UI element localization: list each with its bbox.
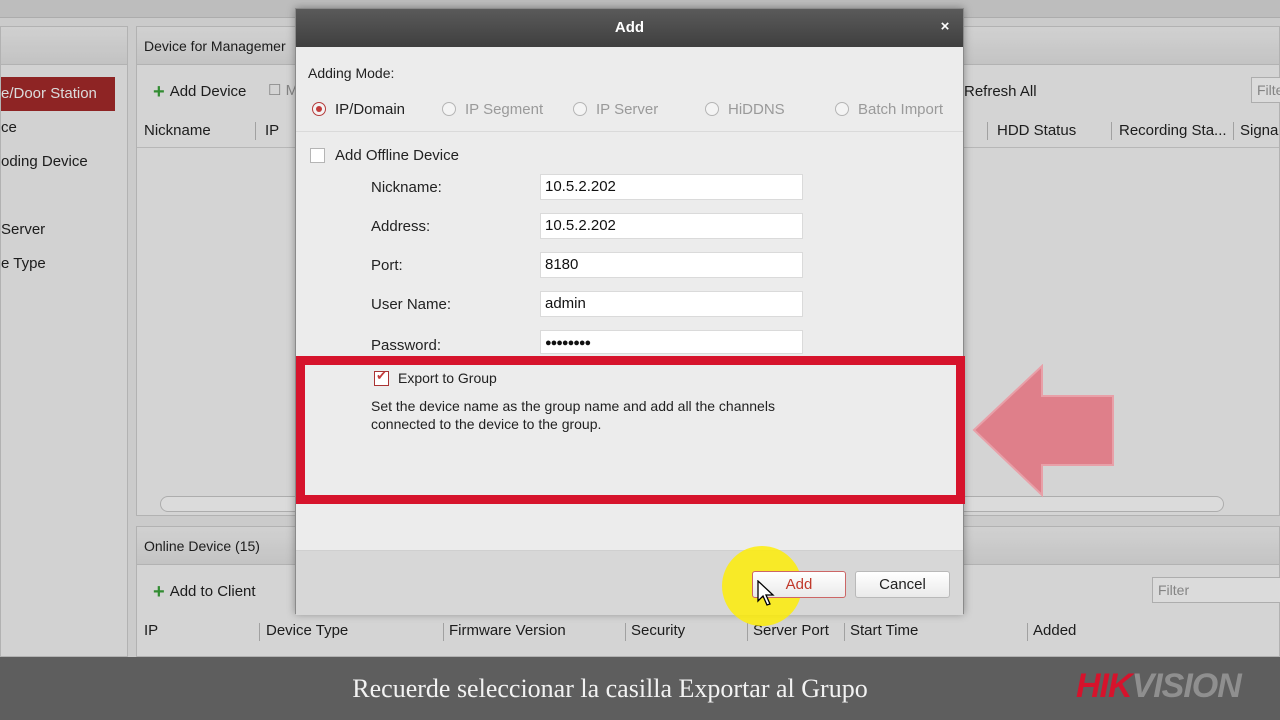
mode-batch-import-label: Batch Import xyxy=(858,101,944,118)
edit-icon: ☐ xyxy=(268,82,282,99)
address-input[interactable]: 10.5.2.202 xyxy=(540,213,803,239)
column-separator xyxy=(443,623,444,641)
add-device-label: Add Device xyxy=(169,83,247,100)
device-type-item-device[interactable]: ce xyxy=(1,119,17,136)
column-separator xyxy=(1111,122,1112,140)
add-to-client-label: Add to Client xyxy=(169,583,256,600)
password-label: Password: xyxy=(371,337,442,354)
mode-ip-segment-radio[interactable] xyxy=(442,102,456,116)
online-column-device-type[interactable]: Device Type xyxy=(266,622,348,639)
plus-icon: + xyxy=(153,581,165,603)
column-hdd-status[interactable]: HDD Status xyxy=(997,122,1076,139)
username-label: User Name: xyxy=(371,296,452,313)
mode-ip-domain-radio[interactable] xyxy=(312,102,326,116)
column-ip[interactable]: IP xyxy=(265,122,279,139)
logo-hik: HIK xyxy=(1076,667,1133,705)
add-device-button[interactable]: + Add Device xyxy=(153,81,246,104)
online-column-ip[interactable]: IP xyxy=(144,622,158,639)
refresh-all-button[interactable]: Refresh All xyxy=(964,83,1037,100)
column-signal[interactable]: Signa xyxy=(1240,122,1278,139)
nickname-label: Nickname: xyxy=(371,179,442,196)
online-column-security[interactable]: Security xyxy=(631,622,685,639)
device-type-item-encoding-device[interactable]: oding Device xyxy=(1,153,88,170)
device-filter-input[interactable]: Filte xyxy=(1251,77,1280,103)
device-type-item-server[interactable]: Server xyxy=(1,221,45,238)
username-input[interactable]: admin xyxy=(540,291,803,317)
device-type-item-door-station[interactable]: e/Door Station xyxy=(1,77,115,111)
online-column-firmware[interactable]: Firmware Version xyxy=(449,622,566,639)
caption-bar: Recuerde seleccionar la casilla Exportar… xyxy=(0,657,1280,720)
dialog-titlebar: Add × xyxy=(296,9,963,47)
port-input[interactable]: 8180 xyxy=(540,252,803,278)
cancel-button[interactable]: Cancel xyxy=(855,571,950,598)
column-separator xyxy=(259,623,260,641)
device-type-panel-header xyxy=(1,27,127,65)
nickname-input[interactable]: 10.5.2.202 xyxy=(540,174,803,200)
mode-ip-domain-label: IP/Domain xyxy=(335,101,406,118)
plus-icon: + xyxy=(153,81,165,103)
online-column-added[interactable]: Added xyxy=(1033,622,1076,639)
mode-ip-server-radio[interactable] xyxy=(573,102,587,116)
logo-vision: VISION xyxy=(1131,667,1242,705)
online-column-start-time[interactable]: Start Time xyxy=(850,622,918,639)
port-label: Port: xyxy=(371,257,403,274)
modify-button[interactable]: ☐ M xyxy=(268,81,298,99)
column-separator xyxy=(1233,122,1234,140)
mode-hiddns-label: HiDDNS xyxy=(728,101,785,118)
dialog-title: Add xyxy=(614,19,645,36)
left-arrow-icon xyxy=(972,364,1114,498)
close-icon[interactable]: × xyxy=(935,17,955,37)
mode-ip-segment-label: IP Segment xyxy=(465,101,544,118)
password-input[interactable]: ●●●●●●●● xyxy=(540,330,803,354)
device-type-item-type[interactable]: e Type xyxy=(1,255,46,272)
column-separator xyxy=(844,623,845,641)
column-separator xyxy=(625,623,626,641)
adding-mode-label: Adding Mode: xyxy=(308,65,395,81)
column-recording-status[interactable]: Recording Sta... xyxy=(1119,122,1227,139)
add-offline-checkbox[interactable] xyxy=(310,148,325,163)
hikvision-logo: HIKVISION xyxy=(1076,667,1242,706)
caption-text: Recuerde seleccionar la casilla Exportar… xyxy=(352,674,868,703)
mode-hiddns-radio[interactable] xyxy=(705,102,719,116)
highlight-frame xyxy=(296,356,965,504)
column-nickname[interactable]: Nickname xyxy=(144,122,211,139)
column-separator xyxy=(987,122,988,140)
mode-ip-server-label: IP Server xyxy=(596,101,659,118)
mouse-cursor-icon xyxy=(757,580,775,606)
column-separator xyxy=(747,623,748,641)
add-to-client-button[interactable]: + Add to Client xyxy=(153,581,256,604)
add-offline-label: Add Offline Device xyxy=(335,147,459,164)
column-separator xyxy=(255,122,256,140)
online-filter-input[interactable]: Filter xyxy=(1152,577,1280,603)
address-label: Address: xyxy=(371,218,431,235)
mode-divider xyxy=(296,131,963,132)
column-separator xyxy=(1027,623,1028,641)
mode-batch-import-radio[interactable] xyxy=(835,102,849,116)
add-device-dialog: Add × Adding Mode: IP/Domain IP Segment … xyxy=(295,8,965,626)
device-type-panel: e/Door Station ce oding Device Server e … xyxy=(0,26,128,657)
